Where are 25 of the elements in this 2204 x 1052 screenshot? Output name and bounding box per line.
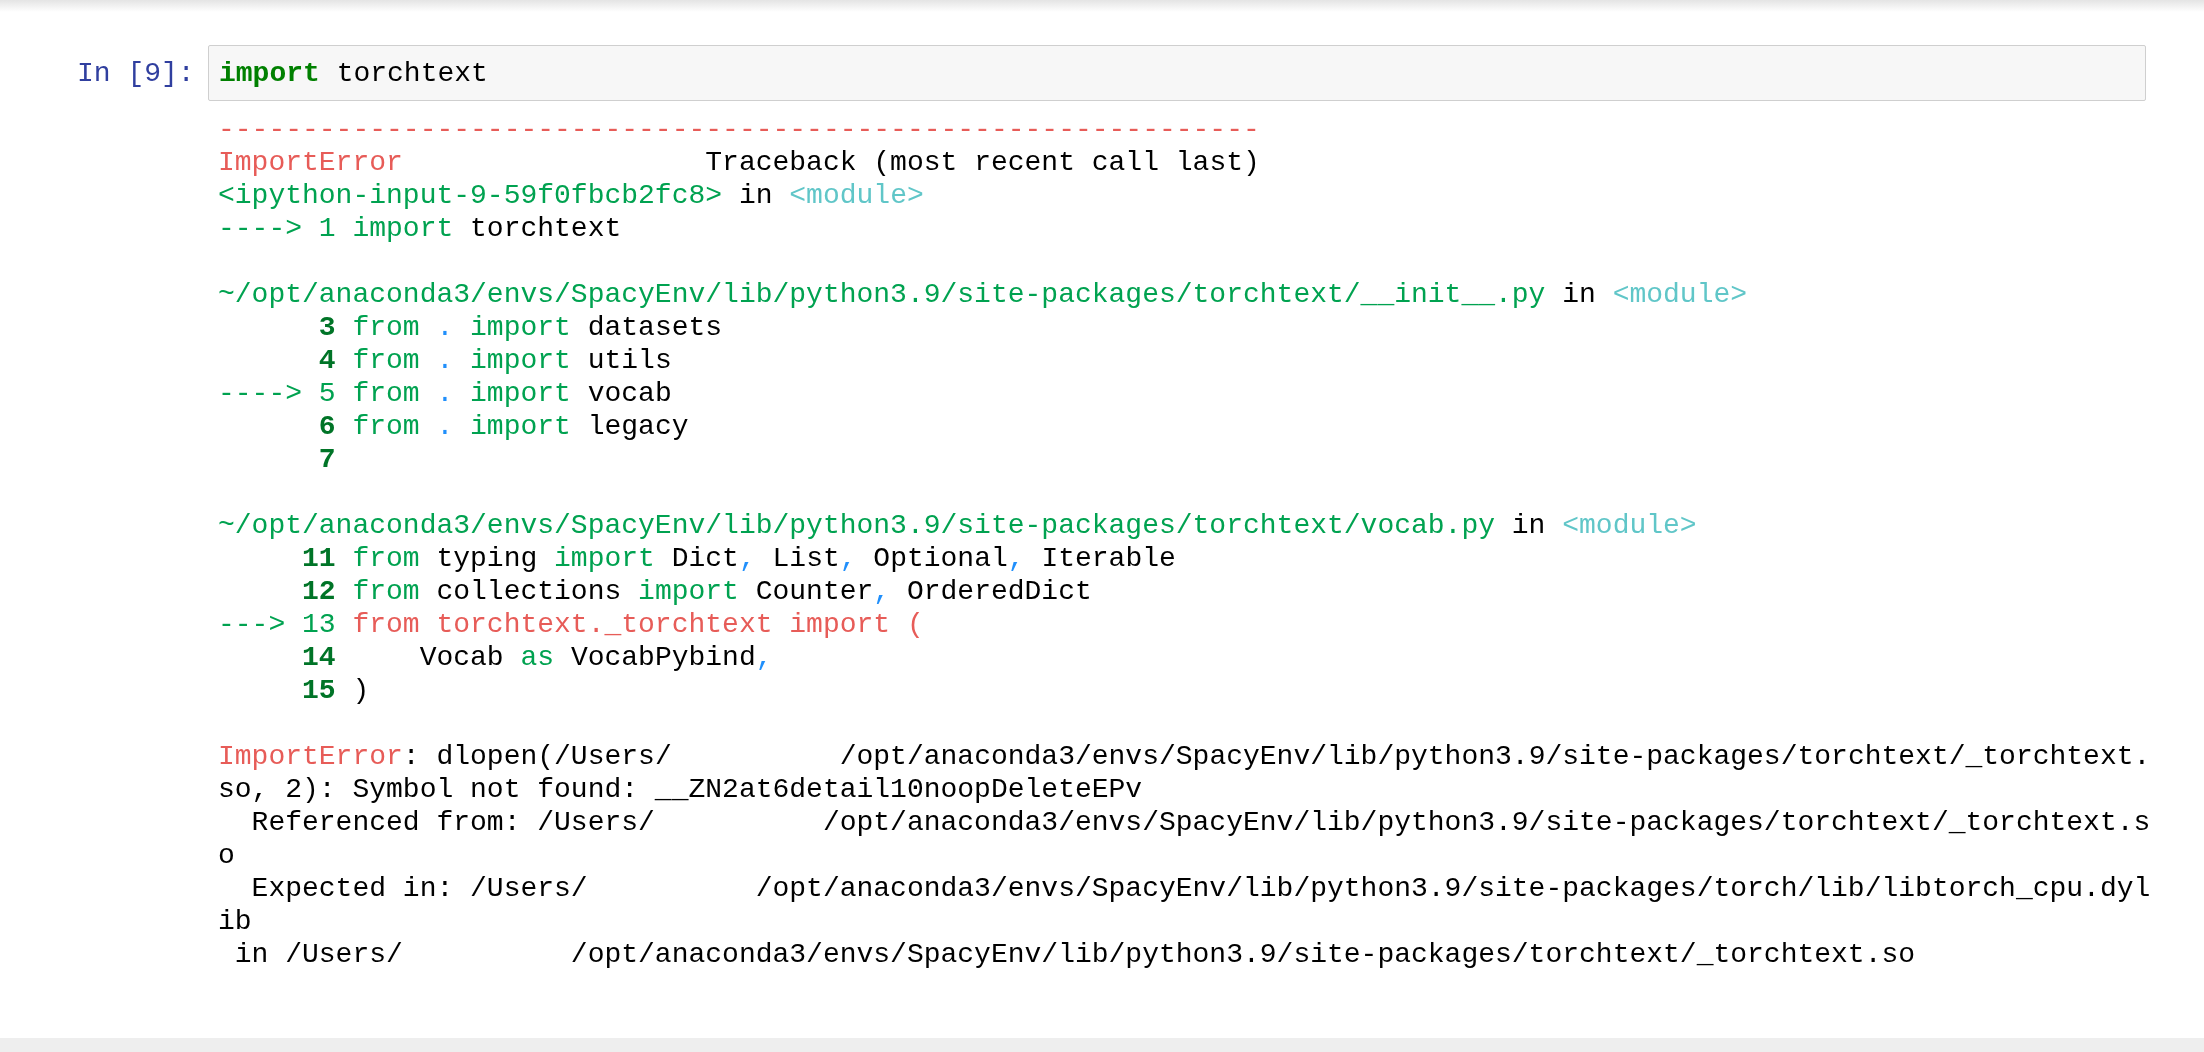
code-line: ---> 13 from torchtext._torchtext import ( (218, 608, 924, 641)
input-prompt: In [9]: (77, 57, 196, 89)
code-line: 12 from collections import Counter, OrderedDict (301, 575, 1092, 608)
code-line: 3 from . import datasets (317, 311, 723, 344)
code-line: 6 from . import legacy (317, 410, 689, 443)
code-line: <ipython-input-9-59f0fbcb2fc8> in <module> (218, 179, 924, 212)
code-line: Expected in: /Users/ /opt/anaconda3/envs/SpacyEnv/lib/python3.9/site-packages/torch/lib/libtorch_cpu.dyl (250, 872, 2151, 905)
code-cell-input[interactable]: import torchtext (208, 45, 2146, 101)
code-line: ImportError: dlopen(/Users/ /opt/anaconda3/envs/SpacyEnv/lib/python3.9/site-packages/torchtext/_torchtext. (218, 740, 2151, 773)
code-line: ~/opt/anaconda3/envs/SpacyEnv/lib/python3.9/site-packages/torchtext/__init__.py in <module> (218, 278, 1748, 311)
code-line: -------------------------------------------------------------- (218, 113, 1260, 146)
code-line: ImportError Traceback (most recent call last) (218, 146, 1260, 179)
code-line: ib (218, 905, 252, 938)
code-line: so, 2): Symbol not found: __ZN2at6detail10noopDeleteEPv (218, 773, 1143, 806)
code-line: ~/opt/anaconda3/envs/SpacyEnv/lib/python3.9/site-packages/torchtext/vocab.py in <module> (218, 509, 1697, 542)
code-line: in /Users/ /opt/anaconda3/envs/SpacyEnv/lib/python3.9/site-packages/torchtext/_torchtext.so (233, 938, 1916, 971)
code-line: Referenced from: /Users/ /opt/anaconda3/envs/SpacyEnv/lib/python3.9/site-packages/torchtext/_torchtext.s (250, 806, 2151, 839)
code-line: 7 (317, 443, 336, 476)
code-line: o (218, 839, 235, 872)
code-line: ----> 5 from . import vocab (218, 377, 672, 410)
code-line: 15 ) (301, 674, 370, 707)
code-line: 4 from . import utils (317, 344, 672, 377)
code-line: 14 Vocab as VocabPybind, (301, 641, 773, 674)
code-line: ----> 1 import torchtext (218, 212, 622, 245)
code-line: 11 from typing import Dict, List, Optional, Iterable (301, 542, 1176, 575)
